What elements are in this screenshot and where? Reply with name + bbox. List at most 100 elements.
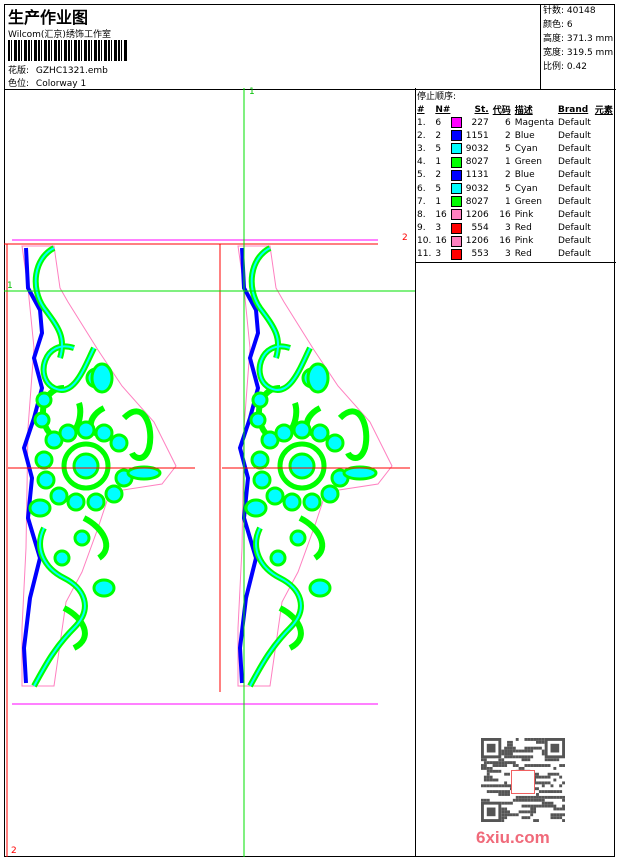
table-header-row: # N# St. 代码 描述 Brand 元素 <box>415 103 615 117</box>
color-swatch-cell <box>449 169 464 182</box>
stop-sequence-panel: 停止顺序: # N# St. 代码 描述 Brand 元素 1. 6 227 6 Magen… <box>415 88 616 263</box>
color-swatch <box>450 143 462 155</box>
thread-code: 2 <box>504 170 511 181</box>
color-description: Green <box>514 157 542 168</box>
spec-label: 针数: <box>543 6 565 16</box>
stop-index: 11. <box>417 249 432 260</box>
brand: Default <box>557 196 591 207</box>
stop-sequence-caption: 停止顺序: <box>417 92 457 102</box>
needle-number: 3 <box>435 223 442 234</box>
color-swatch <box>450 222 462 234</box>
column-header: 描述 <box>514 106 533 116</box>
embroidery-preview <box>0 88 415 857</box>
stop-sequence-table: # N# St. 代码 描述 Brand 元素 1. 6 227 6 Magenta Def… <box>415 103 615 261</box>
spec-label: 比例: <box>543 62 565 72</box>
column-header: N# <box>435 104 451 115</box>
stop-index: 6. <box>417 183 426 194</box>
spec-value: 0.42 <box>566 62 587 72</box>
marker-1-left: 1 <box>7 281 13 291</box>
spec-row: 高度: 371.3 mm <box>543 33 616 46</box>
brand: Default <box>557 223 591 234</box>
design-value: GZHC1321.emb <box>35 66 108 76</box>
spec-row: 颜色: 6 <box>543 19 616 32</box>
stitch-count: 9032 <box>465 143 489 154</box>
color-description: Magenta <box>514 117 554 128</box>
stop-index: 8. <box>417 209 426 220</box>
marker-2-right: 2 <box>402 233 408 243</box>
stop-index: 9. <box>417 223 426 234</box>
stop-index: 7. <box>417 196 426 207</box>
spec-row: 比例: 0.42 <box>543 61 616 74</box>
stitch-count: 8027 <box>465 157 489 168</box>
needle-number: 5 <box>435 143 442 154</box>
color-swatch-cell <box>449 182 464 195</box>
spec-value: 40148 <box>566 6 596 16</box>
stitch-count: 554 <box>471 223 489 234</box>
header: 生产作业图 Wilcom(汇京)绣饰工作室 花版: GZHC1321.emb 色… <box>4 4 616 90</box>
needle-number: 5 <box>435 183 442 194</box>
thread-code: 5 <box>504 143 511 154</box>
color-swatch-cell <box>449 129 464 142</box>
table-row: 1. 6 227 6 Magenta Default <box>415 116 615 129</box>
element <box>593 142 615 155</box>
color-description: Blue <box>514 130 535 141</box>
thread-code: 1 <box>504 157 511 168</box>
element <box>593 248 615 261</box>
color-swatch-cell <box>449 142 464 155</box>
needle-number: 16 <box>435 209 447 220</box>
brand: Default <box>557 183 591 194</box>
spec-label: 宽度: <box>543 48 565 58</box>
spec-label: 颜色: <box>543 20 565 30</box>
spec-value: 371.3 mm <box>566 34 614 44</box>
element <box>593 195 615 208</box>
color-swatch <box>450 183 462 195</box>
brand: Default <box>557 117 591 128</box>
color-swatch <box>450 130 462 142</box>
color-description: Pink <box>514 209 534 220</box>
element <box>593 222 615 235</box>
table-row: 7. 1 8027 1 Green Default <box>415 195 615 208</box>
thread-code: 6 <box>504 117 511 128</box>
brand: Default <box>557 130 591 141</box>
color-description: Green <box>514 196 542 207</box>
needle-number: 2 <box>435 170 442 181</box>
marker-2-bottom: 2 <box>11 846 17 856</box>
brand: Default <box>557 157 591 168</box>
column-header: 代码 <box>492 106 511 116</box>
stop-index: 4. <box>417 157 426 168</box>
stamp-logo <box>511 770 535 794</box>
needle-number: 16 <box>435 236 447 247</box>
table-row: 4. 1 8027 1 Green Default <box>415 156 615 169</box>
column-header: St. <box>474 104 489 115</box>
column-header: # <box>417 104 425 115</box>
stitch-count: 9032 <box>465 183 489 194</box>
thread-code: 1 <box>504 196 511 207</box>
stop-index: 2. <box>417 130 426 141</box>
color-swatch-cell <box>449 156 464 169</box>
color-swatch <box>450 235 462 247</box>
brand: Default <box>557 236 591 247</box>
company-name: Wilcom(汇京)绣饰工作室 <box>8 30 111 40</box>
color-swatch <box>450 169 462 181</box>
color-description: Cyan <box>514 143 538 154</box>
needle-number: 3 <box>435 249 442 260</box>
design-label: 花版: <box>8 66 30 76</box>
table-row: 6. 5 9032 5 Cyan Default <box>415 182 615 195</box>
design-canvas: 1 1 2 2 <box>0 87 416 857</box>
needle-number: 1 <box>435 157 442 168</box>
stitch-count: 553 <box>471 249 489 260</box>
color-description: Pink <box>514 236 534 247</box>
table-row: 8. 16 1206 16 Pink Default <box>415 208 615 221</box>
production-worksheet: 生产作业图 Wilcom(汇京)绣饰工作室 花版: GZHC1321.emb 色… <box>0 0 620 860</box>
color-swatch-cell <box>449 208 464 221</box>
stop-index: 5. <box>417 170 426 181</box>
thread-code: 3 <box>504 249 511 260</box>
stitch-count: 1131 <box>465 170 489 181</box>
brand: Default <box>557 209 591 220</box>
watermark-logo: 6xiu.com <box>476 828 550 847</box>
stitch-count: 1151 <box>465 130 489 141</box>
stitch-count: 227 <box>471 117 489 128</box>
stop-index: 3. <box>417 143 426 154</box>
thread-code: 5 <box>504 183 511 194</box>
column-header: Brand <box>557 104 589 115</box>
